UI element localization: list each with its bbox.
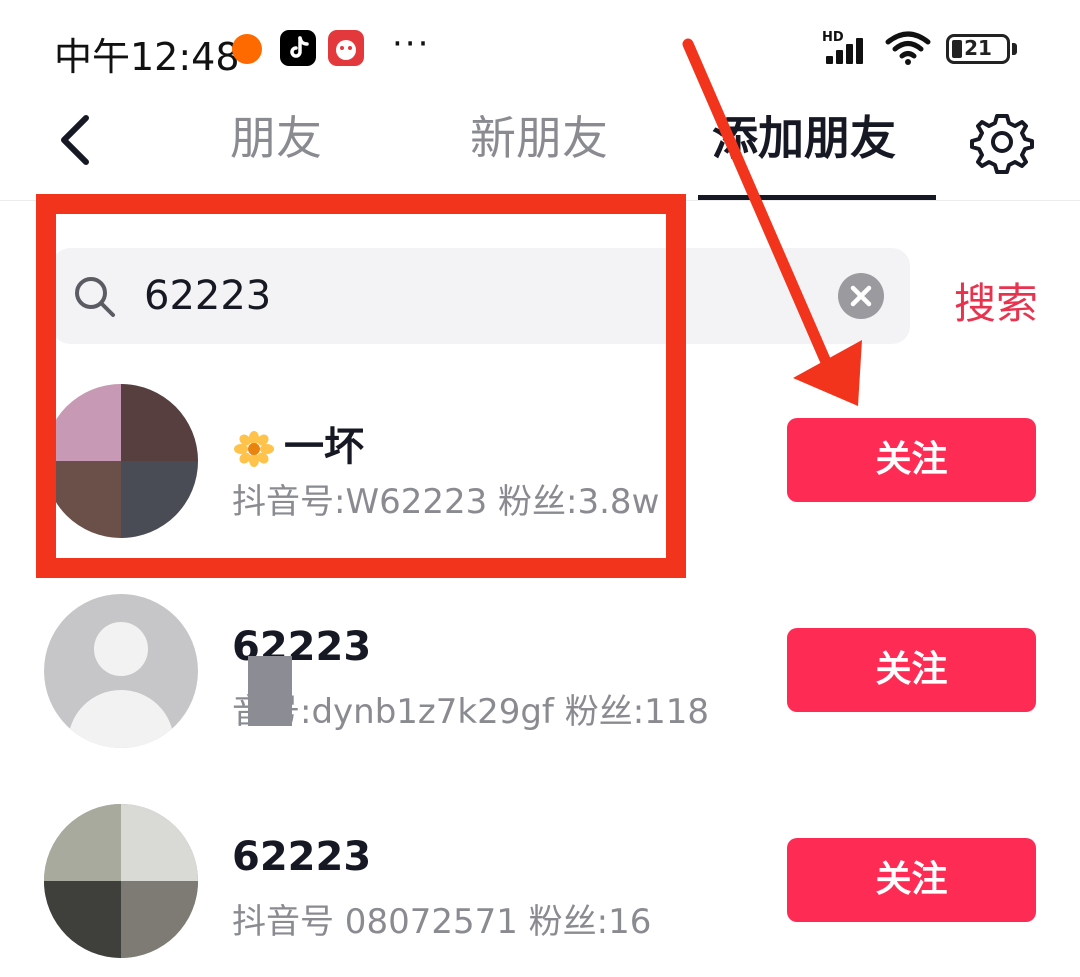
status-time: 中午12:48 [54, 35, 240, 79]
tab-new-friends[interactable]: 新朋友 [470, 108, 608, 168]
clear-icon[interactable] [838, 273, 884, 319]
search-bar[interactable]: 62223 [52, 248, 910, 344]
redaction-patch [248, 656, 292, 726]
avatar[interactable] [44, 804, 198, 958]
battery-icon: 21 [946, 34, 1010, 64]
default-avatar-body [68, 690, 174, 748]
user-name: 62223 [232, 834, 372, 880]
follow-button[interactable]: 关注 [787, 838, 1036, 922]
default-avatar-head [94, 622, 148, 676]
back-button[interactable] [48, 104, 108, 176]
wifi-icon [885, 31, 931, 65]
search-button[interactable]: 搜索 [954, 270, 1038, 331]
gear-icon [970, 114, 1034, 174]
header-divider [0, 200, 1080, 201]
tab-friends[interactable]: 朋友 [230, 108, 322, 168]
battery-level: 21 [964, 36, 992, 60]
app-notification-icon [232, 34, 262, 64]
tab-add-friends[interactable]: 添加朋友 [712, 108, 896, 168]
settings-button[interactable] [970, 110, 1034, 174]
follow-button[interactable]: 关注 [787, 418, 1036, 502]
screen: 中午12:48 ··· HD 21 朋友 新朋友 添加朋友 62223 搜索 一… [0, 0, 1080, 977]
result-row[interactable]: 一坏 抖音号:W62223 粉丝:3.8w 关注 [0, 380, 1080, 580]
follow-button[interactable]: 关注 [787, 628, 1036, 712]
search-icon [75, 277, 115, 317]
battery-cap [1012, 43, 1017, 55]
result-row[interactable]: 62223 音号:dynb1z7k29gf 粉丝:118 关注 [0, 590, 1080, 790]
result-row[interactable]: 62223 抖音号 08072571 粉丝:16 关注 [0, 800, 1080, 977]
more-notifications-icon: ··· [392, 24, 431, 64]
user-name: 一坏 [232, 414, 364, 472]
tiktok-notification-icon [280, 30, 316, 66]
flower-icon [234, 431, 274, 467]
avatar[interactable] [44, 384, 198, 538]
user-meta: 音号:dynb1z7k29gf 粉丝:118 [232, 692, 710, 732]
user-name-text: 一坏 [284, 424, 364, 470]
search-input[interactable]: 62223 [144, 270, 271, 322]
user-meta: 抖音号 08072571 粉丝:16 [232, 902, 652, 942]
signal-icon [826, 34, 872, 64]
user-meta: 抖音号:W62223 粉丝:3.8w [232, 482, 660, 522]
status-bar: 中午12:48 ··· HD 21 [0, 0, 1080, 100]
avatar[interactable] [44, 594, 198, 748]
jd-notification-icon [328, 30, 364, 66]
